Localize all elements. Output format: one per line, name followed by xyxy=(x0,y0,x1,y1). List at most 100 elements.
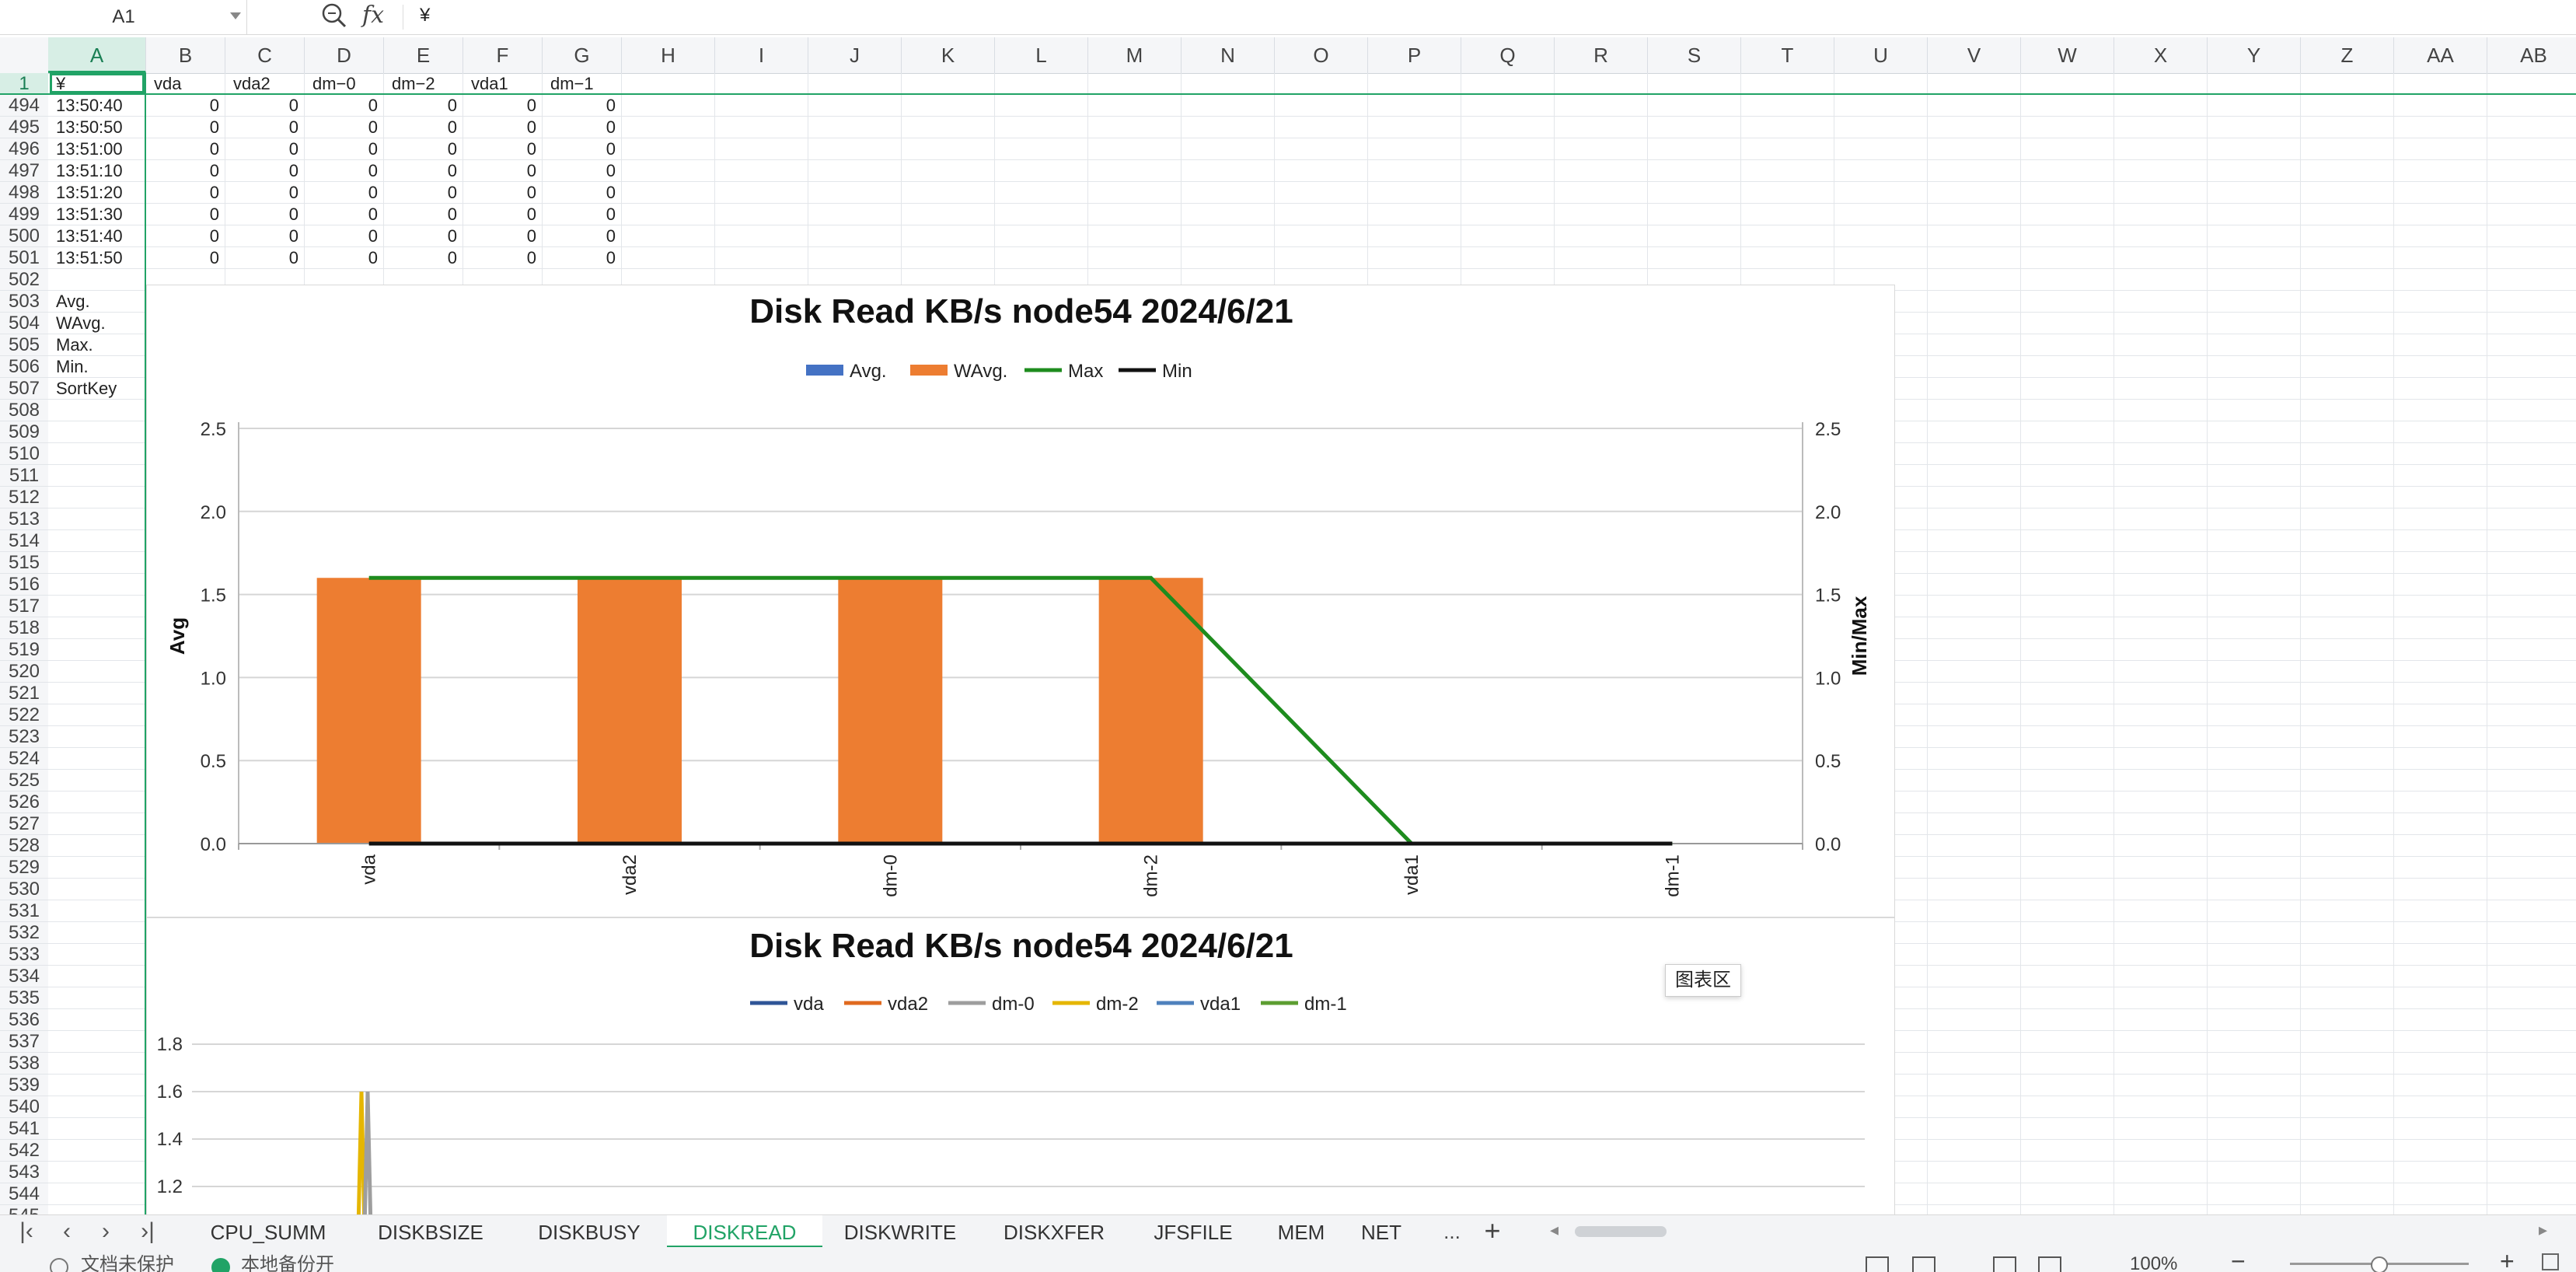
value-cell[interactable]: 0 xyxy=(225,138,305,160)
name-box[interactable]: A1 xyxy=(0,0,247,34)
fx-icon[interactable]: fx xyxy=(362,0,384,31)
value-cell[interactable]: 0 xyxy=(146,247,225,269)
value-cell[interactable]: 0 xyxy=(305,95,384,117)
row-header[interactable]: 502 xyxy=(0,269,48,291)
value-cell[interactable]: 0 xyxy=(384,182,463,204)
row-header[interactable]: 519 xyxy=(0,639,48,661)
value-cell[interactable]: 0 xyxy=(225,182,305,204)
value-cell[interactable]: 0 xyxy=(305,160,384,182)
sheet-tab-diskbsize[interactable]: DISKBSIZE xyxy=(350,1215,511,1248)
series-spike[interactable] xyxy=(362,1091,373,1216)
column-header-s[interactable]: S xyxy=(1648,37,1741,73)
value-cell[interactable]: 0 xyxy=(146,95,225,117)
row-header[interactable]: 539 xyxy=(0,1075,48,1096)
value-cell[interactable]: 0 xyxy=(305,204,384,225)
row-header[interactable]: 540 xyxy=(0,1096,48,1118)
prev-sheet-icon[interactable]: ‹ xyxy=(51,1215,82,1248)
row-header[interactable]: 544 xyxy=(0,1183,48,1205)
fullscreen-icon[interactable] xyxy=(2542,1253,2559,1270)
row-header[interactable]: 516 xyxy=(0,574,48,596)
scroll-left-icon[interactable]: ◂ xyxy=(1550,1220,1559,1240)
row-header[interactable]: 534 xyxy=(0,966,48,987)
combo-chart-disk-read[interactable]: Disk Read KB/s node54 2024/6/21 Avg. WAvg.… xyxy=(146,285,1895,917)
sheet-tab-cpu_summ[interactable]: CPU_SUMM xyxy=(187,1215,350,1248)
column-header-aa[interactable]: AA xyxy=(2394,37,2487,73)
row-header[interactable]: 538 xyxy=(0,1053,48,1075)
column-header-f[interactable]: F xyxy=(463,37,543,73)
column-header-w[interactable]: W xyxy=(2021,37,2114,73)
header-cell[interactable]: dm−1 xyxy=(543,73,622,95)
row-header[interactable]: 507 xyxy=(0,378,48,400)
value-cell[interactable]: 0 xyxy=(543,95,622,117)
sheet-tab-diskbusy[interactable]: DISKBUSY xyxy=(511,1215,667,1248)
sheet-tab-diskxfer[interactable]: DISKXFER xyxy=(978,1215,1130,1248)
column-header-g[interactable]: G xyxy=(543,37,622,73)
value-cell[interactable]: 0 xyxy=(463,160,543,182)
sheet-tab-diskread[interactable]: DISKREAD xyxy=(667,1215,822,1248)
value-cell[interactable]: 0 xyxy=(225,247,305,269)
value-cell[interactable]: 0 xyxy=(146,182,225,204)
column-header-ab[interactable]: AB xyxy=(2487,37,2576,73)
summary-label-cell[interactable]: Avg. xyxy=(48,291,146,313)
value-cell[interactable]: 0 xyxy=(305,182,384,204)
value-cell[interactable]: 0 xyxy=(384,95,463,117)
eye-protect-icon[interactable] xyxy=(1866,1256,1889,1272)
value-cell[interactable]: 0 xyxy=(543,138,622,160)
sheet-tab-net[interactable]: NET xyxy=(1346,1215,1416,1248)
time-cell[interactable]: 13:51:20 xyxy=(48,182,146,204)
column-header-p[interactable]: P xyxy=(1368,37,1461,73)
column-header-i[interactable]: I xyxy=(715,37,808,73)
row-header[interactable]: 542 xyxy=(0,1140,48,1162)
row-header[interactable]: 506 xyxy=(0,356,48,378)
value-cell[interactable]: 0 xyxy=(543,204,622,225)
row-header[interactable]: 496 xyxy=(0,138,48,160)
row-header[interactable]: 524 xyxy=(0,748,48,770)
magnifier-icon[interactable] xyxy=(319,0,350,31)
value-cell[interactable]: 0 xyxy=(543,182,622,204)
last-sheet-icon[interactable]: ›| xyxy=(132,1215,163,1248)
value-cell[interactable]: 0 xyxy=(384,204,463,225)
time-cell[interactable]: 13:51:40 xyxy=(48,225,146,247)
first-sheet-icon[interactable]: |‹ xyxy=(11,1215,42,1248)
row-header[interactable]: 514 xyxy=(0,530,48,552)
formula-input[interactable]: ¥ xyxy=(420,0,430,31)
value-cell[interactable]: 0 xyxy=(384,160,463,182)
value-cell[interactable]: 0 xyxy=(463,95,543,117)
row-header[interactable]: 520 xyxy=(0,661,48,683)
summary-label-cell[interactable]: Max. xyxy=(48,334,146,356)
value-cell[interactable]: 0 xyxy=(384,225,463,247)
column-header-b[interactable]: B xyxy=(146,37,225,73)
row-header[interactable]: 528 xyxy=(0,835,48,857)
value-cell[interactable]: 0 xyxy=(543,247,622,269)
sheet-tab-diskwrite[interactable]: DISKWRITE xyxy=(822,1215,978,1248)
row-header[interactable]: 530 xyxy=(0,879,48,900)
value-cell[interactable]: 0 xyxy=(225,95,305,117)
column-header-a[interactable]: A xyxy=(48,37,146,73)
summary-label-cell[interactable] xyxy=(48,269,146,291)
value-cell[interactable]: 0 xyxy=(305,225,384,247)
row-header[interactable]: 517 xyxy=(0,596,48,617)
row-header[interactable]: 525 xyxy=(0,770,48,792)
column-header-e[interactable]: E xyxy=(384,37,463,73)
value-cell[interactable]: 0 xyxy=(543,225,622,247)
value-cell[interactable]: 0 xyxy=(146,204,225,225)
row-header-1[interactable]: 1 xyxy=(0,73,48,95)
header-cell[interactable]: vda2 xyxy=(225,73,305,95)
backup-status[interactable]: 本地备份开 xyxy=(241,1249,334,1272)
row-header[interactable]: 532 xyxy=(0,922,48,944)
row-header[interactable]: 513 xyxy=(0,508,48,530)
row-header[interactable]: 510 xyxy=(0,443,48,465)
row-header[interactable]: 543 xyxy=(0,1162,48,1183)
line-chart-disk-read[interactable]: Disk Read KB/s node54 2024/6/21 vda vda2 dm… xyxy=(146,917,1895,1216)
column-header-c[interactable]: C xyxy=(225,37,305,73)
scroll-right-icon[interactable]: ▸ xyxy=(2539,1220,2547,1240)
row-header[interactable]: 500 xyxy=(0,225,48,247)
row-header[interactable]: 509 xyxy=(0,421,48,443)
value-cell[interactable]: 0 xyxy=(305,117,384,138)
sheet-tab-jfsfile[interactable]: JFSFILE xyxy=(1130,1215,1256,1248)
column-header-z[interactable]: Z xyxy=(2301,37,2394,73)
value-cell[interactable]: 0 xyxy=(463,204,543,225)
row-header[interactable]: 494 xyxy=(0,95,48,117)
series-line-max[interactable] xyxy=(368,575,1673,846)
page-break-view-icon[interactable] xyxy=(2038,1256,2061,1272)
